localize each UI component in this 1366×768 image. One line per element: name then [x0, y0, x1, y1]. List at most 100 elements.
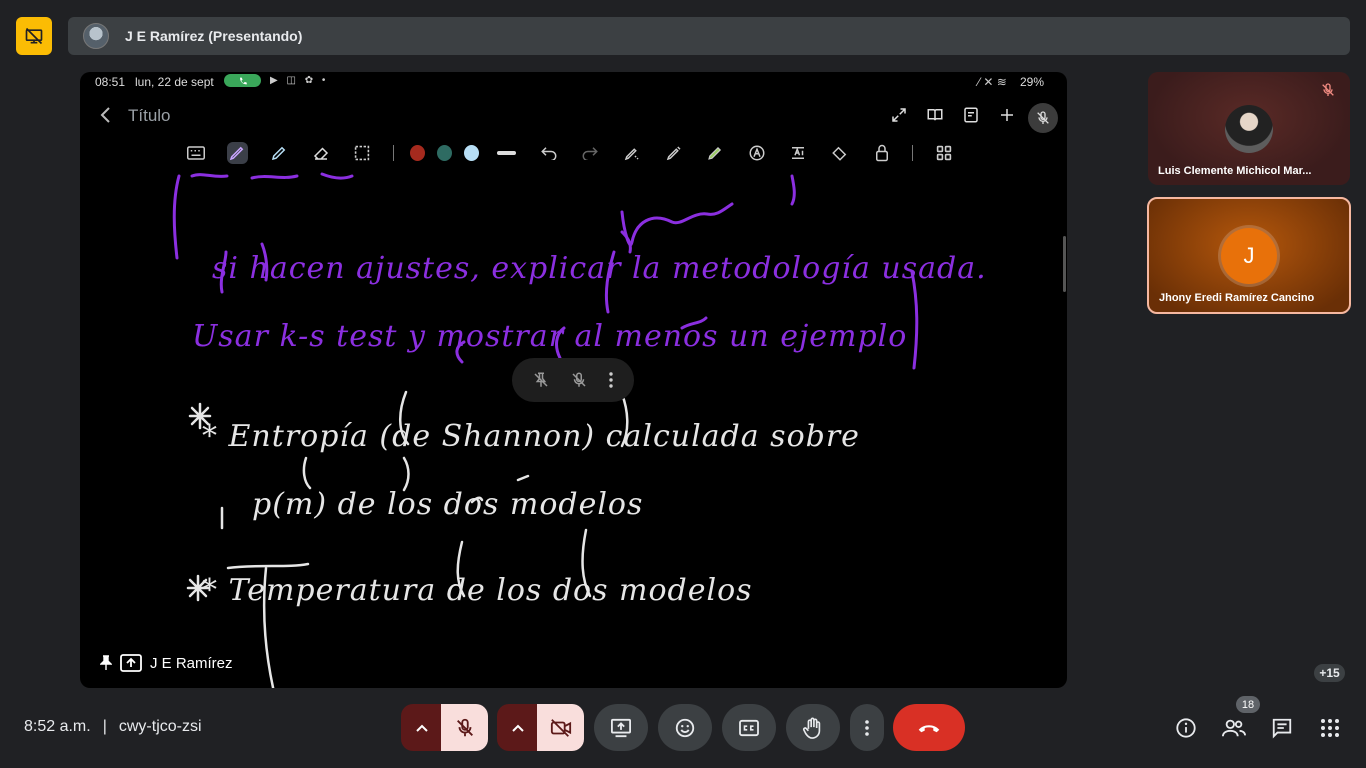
note-line-4: p(m) de los dos modelos [252, 487, 644, 522]
presenter-title: J E Ramírez (Presentando) [125, 28, 303, 44]
color-swatch-light-blue[interactable] [464, 145, 480, 161]
presenter-name: J E Ramírez [150, 654, 233, 672]
meeting-time: 8:52 a.m. [24, 718, 91, 735]
back-icon[interactable] [98, 106, 114, 124]
people-button[interactable] [1220, 714, 1248, 742]
text-icon[interactable] [746, 142, 767, 164]
meeting-details-button[interactable] [1172, 714, 1200, 742]
people-count-badge: 18 [1236, 696, 1260, 713]
pin-icon [100, 655, 112, 670]
shape-pen-icon[interactable] [622, 142, 643, 164]
stroke-width-selector[interactable] [497, 151, 516, 155]
phone-icon [239, 77, 247, 84]
more-participants-badge[interactable]: +15 [1314, 664, 1345, 682]
camera-button[interactable] [537, 704, 584, 751]
mic-off-icon [1322, 83, 1334, 96]
eraser-icon[interactable] [310, 142, 331, 164]
status-date: lun, 22 de sept [135, 75, 214, 89]
chevron-up-icon [512, 724, 524, 732]
participant-tile-self[interactable]: J Jhony Eredi Ramírez Cancino [1147, 197, 1351, 314]
avatar: J [1221, 228, 1277, 284]
grid-icon[interactable] [934, 142, 955, 164]
note-line-5: * Temperatura de los dos modelos [202, 573, 753, 608]
fullscreen-icon[interactable] [888, 104, 910, 126]
chevron-up-icon [416, 724, 428, 732]
redo-icon[interactable] [580, 142, 601, 164]
scrollbar-thumb[interactable] [1063, 236, 1066, 292]
color-swatch-teal[interactable] [437, 145, 453, 161]
presenter-name-label: J E Ramírez [100, 654, 233, 672]
plus-icon[interactable] [996, 104, 1018, 126]
avatar [1225, 105, 1273, 153]
divider: | [102, 718, 107, 735]
tile-more-icon[interactable] [608, 371, 614, 389]
camera-off-icon [550, 718, 571, 737]
status-notification-icons: ▶ ◫ ✿ • [270, 75, 329, 86]
info-icon [1176, 718, 1196, 738]
notes-app-bar: Título [80, 94, 1067, 136]
status-system-icons: ⁄ ✕ ≋ [978, 75, 1007, 89]
device-status-bar: 08:51 lun, 22 de sept ▶ ◫ ✿ • ⁄ ✕ ≋ 29% [80, 72, 1067, 90]
shape-icon[interactable] [663, 142, 684, 164]
shared-screen: 08:51 lun, 22 de sept ▶ ◫ ✿ • ⁄ ✕ ≋ 29% … [80, 72, 1067, 688]
more-options-button[interactable] [850, 704, 884, 751]
emoji-icon [675, 718, 695, 737]
highlighter-icon[interactable] [269, 142, 290, 164]
lock-icon[interactable] [871, 142, 892, 164]
present-icon [611, 718, 631, 737]
audio-options-button[interactable] [401, 704, 443, 751]
undo-icon[interactable] [538, 142, 559, 164]
meeting-code: cwy-tjco-zsi [118, 718, 202, 735]
raise-hand-button[interactable] [786, 704, 840, 751]
leave-call-button[interactable] [893, 704, 965, 751]
participant-name: Jhony Eredi Ramírez Cancino [1159, 292, 1315, 304]
call-indicator [224, 74, 261, 87]
keyboard-icon[interactable] [186, 142, 207, 164]
marker-icon[interactable] [705, 142, 726, 164]
chat-button[interactable] [1268, 714, 1296, 742]
presenter-avatar [83, 23, 109, 49]
note-line-2: Usar k-s test y mostrar al menos un ejem… [192, 319, 908, 354]
reactions-button[interactable] [658, 704, 712, 751]
mic-off-icon [456, 718, 473, 736]
save-icon[interactable] [960, 104, 982, 126]
activities-button[interactable] [1316, 714, 1344, 742]
captions-icon [739, 719, 759, 736]
book-icon[interactable] [924, 104, 946, 126]
battery-level: 29% [1020, 75, 1045, 89]
pen-icon[interactable] [227, 142, 248, 164]
apps-icon [1321, 719, 1339, 737]
unpin-icon[interactable] [532, 371, 550, 389]
note-line-1: si hacen ajustes, explicar la metodologí… [212, 251, 987, 286]
toolbar-divider [912, 145, 914, 161]
status-time: 08:51 [95, 75, 126, 89]
more-icon [865, 719, 869, 736]
captions-button[interactable] [722, 704, 776, 751]
mic-off-icon [1037, 111, 1049, 124]
presentation-off-button[interactable] [16, 17, 52, 55]
tile-controls-pill [512, 358, 634, 402]
color-swatch-red[interactable] [410, 145, 426, 161]
layers-icon[interactable] [830, 142, 851, 164]
participant-name: Luis Clemente Michicol Mar... [1158, 165, 1312, 177]
microphone-button[interactable] [441, 704, 488, 751]
people-icon [1222, 719, 1246, 737]
participant-tile[interactable]: Luis Clemente Michicol Mar... [1148, 72, 1350, 185]
document-title[interactable]: Título [128, 106, 171, 126]
note-line-3: * Entropía (de Shannon) calculada sobre [202, 419, 860, 454]
video-options-button[interactable] [497, 704, 539, 751]
present-button[interactable] [594, 704, 648, 751]
presenter-bar: J E Ramírez (Presentando) [68, 17, 1350, 55]
selection-icon[interactable] [352, 142, 373, 164]
text-box-icon[interactable] [788, 142, 809, 164]
drawing-toolbar [175, 138, 965, 168]
tile-mute-icon[interactable] [570, 371, 588, 389]
present-icon [120, 654, 142, 672]
presentation-off-icon [25, 27, 43, 45]
chat-icon [1272, 718, 1292, 739]
handwriting-canvas[interactable]: si hacen ajustes, explicar la metodologí… [162, 172, 987, 688]
meeting-info: 8:52 a.m. | cwy-tjco-zsi [24, 718, 202, 736]
presenter-mic-off-indicator [1028, 103, 1058, 133]
phone-end-icon [918, 724, 940, 732]
toolbar-divider [393, 145, 395, 161]
